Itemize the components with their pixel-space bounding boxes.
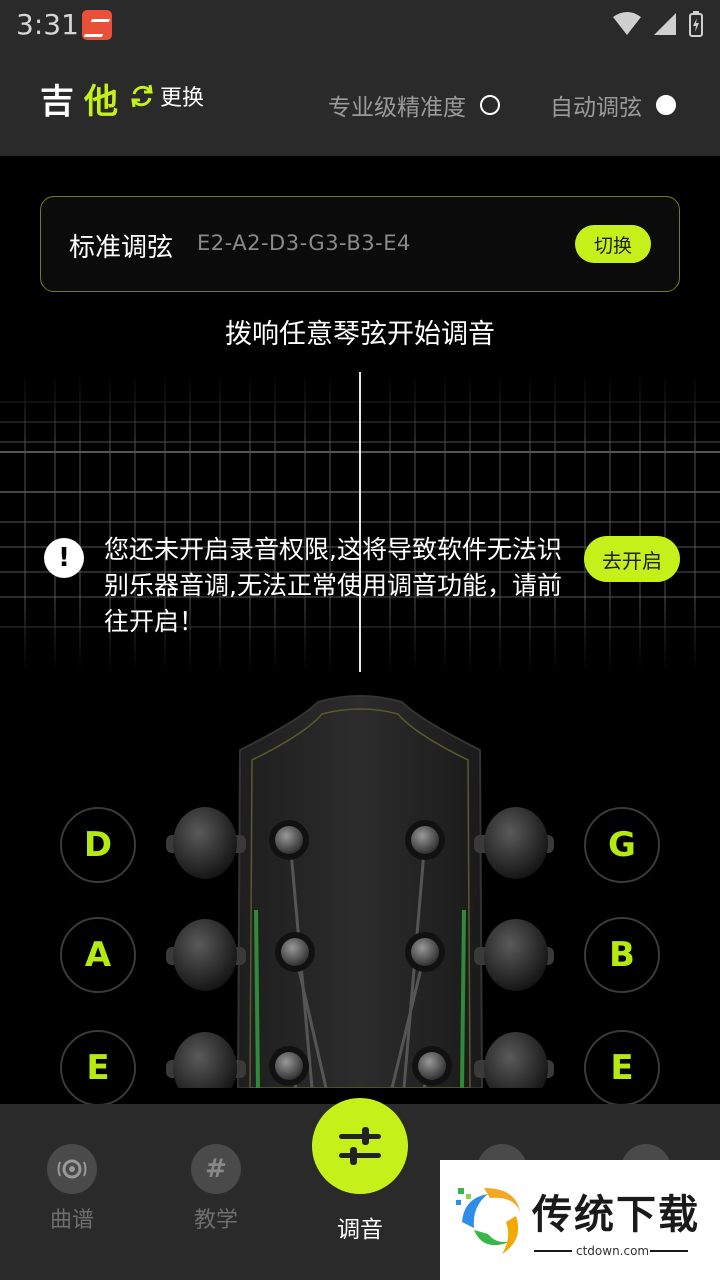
tuner-icon [339,1127,381,1165]
nav-item-scores[interactable]: 曲谱 [22,1144,122,1234]
refresh-icon [131,84,153,108]
instrument-name-part1: 吉 [40,82,74,122]
wifi-icon [613,12,641,35]
disc-icon [47,1144,97,1194]
auto-tune-label: 自动调弦 [550,95,642,121]
swap-label: 更换 [160,86,205,111]
swap-instrument-button[interactable]: 更换 [128,80,204,112]
status-time: 3:31 [16,8,79,41]
watermark-url: ctdown.com [576,1244,650,1258]
status-indicators [612,10,704,38]
pro-precision-radio[interactable] [480,95,500,115]
pro-precision-toggle[interactable]: 专业级精准度 [328,88,500,122]
exclamation-icon: ! [44,538,84,578]
watermark-logo [456,1188,520,1254]
enable-permission-button[interactable]: 去开启 [584,536,680,582]
pluck-prompt: 拨响任意琴弦开始调音 [225,319,495,350]
watermark-title: 传统下载 [532,1192,700,1238]
guitar-headstock-image [166,695,554,1088]
permission-warning-text: 您还未开启录音权限,这将导致软件无法识别乐器音调,无法正常使用调音功能，请前往开… [104,535,562,636]
instrument-name-part2: 他 [84,82,118,122]
battery-icon [689,11,703,37]
pro-precision-label: 专业级精准度 [328,95,466,121]
nav-label-tuner: 调音 [337,1217,383,1243]
string-button-low-e[interactable]: E [60,1030,136,1106]
app-notification-icon [82,10,112,40]
switch-tuning-button[interactable]: 切换 [575,225,651,263]
top-header: 吉 他 更换 专业级精准度 自动调弦 [0,52,720,156]
tuning-notes: E2-A2-D3-G3-B3-E4 [197,231,411,255]
watermark-line-right [650,1250,688,1252]
status-bar: 3:31 [0,0,720,52]
string-button-high-e[interactable]: E [584,1030,660,1106]
nav-item-lessons[interactable]: # 教学 [166,1144,266,1234]
string-button-b[interactable]: B [584,917,660,993]
auto-tune-toggle[interactable]: 自动调弦 [550,88,676,122]
nav-label-lessons: 教学 [193,1208,238,1233]
hash-icon: # [191,1144,241,1194]
watermark-overlay: 传统下载 ctdown.com [440,1160,720,1280]
cell-signal-icon [654,13,676,35]
string-button-d[interactable]: D [60,807,136,883]
tuning-card: 标准调弦 E2-A2-D3-G3-B3-E4 切换 [40,196,680,292]
auto-tune-radio[interactable] [656,95,676,115]
string-button-a[interactable]: A [60,917,136,993]
string-button-g[interactable]: G [584,807,660,883]
nav-item-tuner[interactable] [312,1098,408,1194]
nav-label-scores: 曲谱 [49,1208,94,1233]
tuning-name: 标准调弦 [69,233,174,263]
watermark-line-left [534,1250,572,1252]
